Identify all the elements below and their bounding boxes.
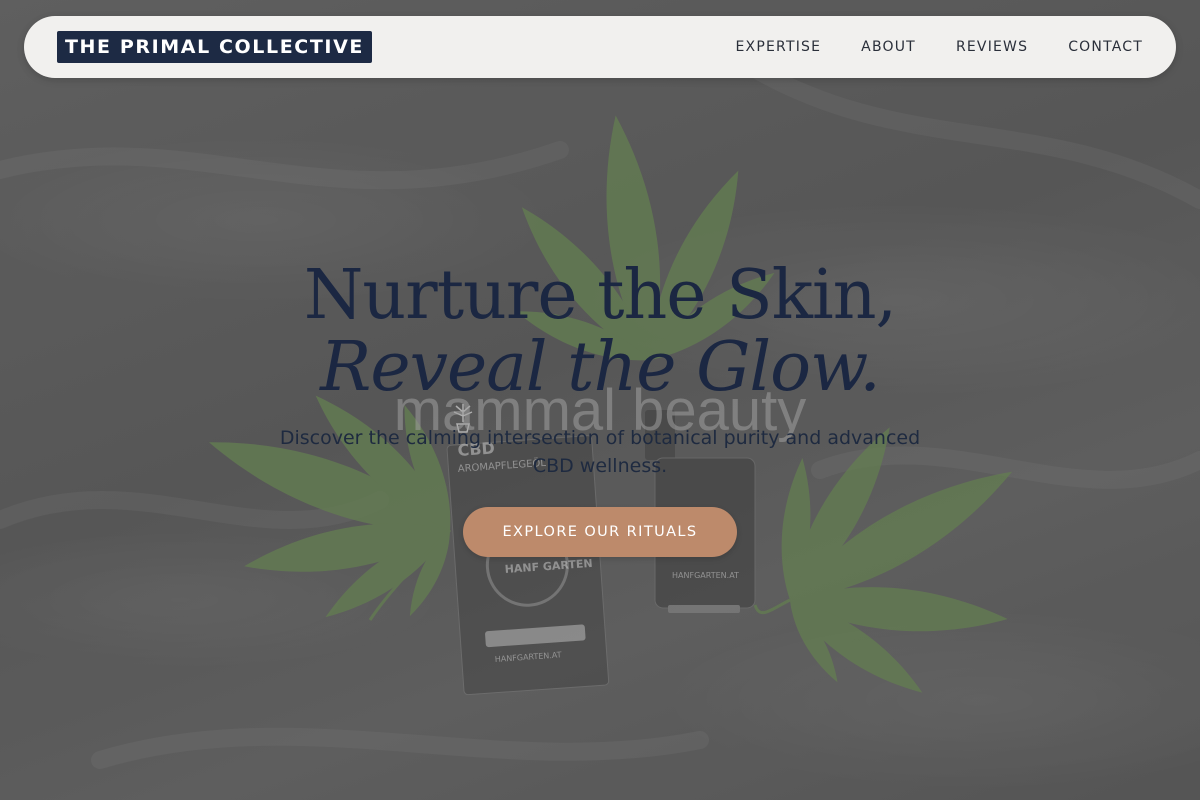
hero-headline-line1: Nurture the Skin,	[303, 256, 897, 335]
main-nav: EXPERTISE ABOUT REVIEWS CONTACT	[736, 16, 1143, 78]
page: CBD AROMAPFLEGEÖL HANF GARTEN HANFGARTEN…	[0, 0, 1200, 800]
hero-headline-line2: Reveal the Glow.	[320, 328, 881, 407]
site-logo[interactable]: THE PRIMAL COLLECTIVE	[57, 31, 372, 63]
explore-rituals-button[interactable]: EXPLORE OUR RITUALS	[463, 507, 737, 557]
nav-link-contact[interactable]: CONTACT	[1068, 39, 1143, 55]
hero-subtitle: Discover the calming intersection of bot…	[279, 427, 921, 477]
site-header: THE PRIMAL COLLECTIVE EXPERTISE ABOUT RE…	[24, 16, 1176, 78]
nav-link-expertise[interactable]: EXPERTISE	[736, 39, 822, 55]
nav-link-about[interactable]: ABOUT	[861, 39, 916, 55]
nav-link-reviews[interactable]: REVIEWS	[956, 39, 1028, 55]
